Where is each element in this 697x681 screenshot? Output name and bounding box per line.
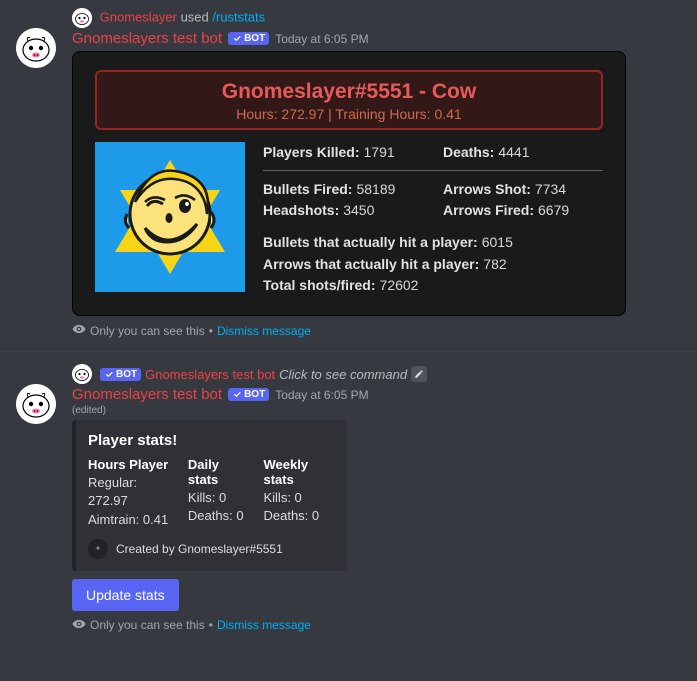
title-panel: Gnomeslayer#5551 - Cow Hours: 272.97 | T… <box>95 70 603 130</box>
field-title: Hours Player <box>88 457 170 472</box>
arrows-shot-value: 7734 <box>535 181 566 197</box>
dot-separator: • <box>209 324 213 338</box>
bot-mini-avatar <box>72 364 92 384</box>
footer-avatar-icon: ✦ <box>88 539 108 559</box>
used-label: used <box>181 9 209 24</box>
weekly-deaths: Deaths: 0 <box>263 507 333 525</box>
ephemeral-notice: Only you can see this • Dismiss message <box>72 617 681 634</box>
embed-fields: Hours Player Regular: 272.97 Aimtrain: 0… <box>88 457 333 529</box>
stats-text-embed: Player stats! Hours Player Regular: 272.… <box>72 420 347 571</box>
dismiss-link[interactable]: Dismiss message <box>217 324 311 338</box>
deaths-value: 4441 <box>498 144 529 160</box>
headshots-value: 3450 <box>343 202 374 218</box>
timestamp: Today at 6:05 PM <box>275 32 368 46</box>
bot-tag: BOT <box>228 388 269 401</box>
headshots-label: Headshots: <box>263 202 339 218</box>
bullets-fired-value: 58189 <box>356 181 395 197</box>
bot-username[interactable]: Gnomeslayers test bot <box>72 30 222 47</box>
arrows-hit-value: 782 <box>483 256 506 272</box>
hours-aimtrain: Aimtrain: 0.41 <box>88 511 170 529</box>
eye-icon <box>72 322 86 339</box>
command-user[interactable]: Gnomeslayer <box>100 9 177 24</box>
update-stats-button[interactable]: Update stats <box>72 579 179 611</box>
bullets-hit-label: Bullets that actually hit a player: <box>263 234 478 250</box>
command-reference[interactable]: Gnomeslayer used /ruststats <box>72 8 681 28</box>
embed-title: Gnomeslayer#5551 - Cow <box>97 80 601 104</box>
user-mini-avatar <box>72 8 92 28</box>
message-header: Gnomeslayers test bot BOT Today at 6:05 … <box>72 30 681 47</box>
arrows-shot-label: Arrows Shot: <box>443 181 531 197</box>
total-shots-value: 72602 <box>380 277 419 293</box>
embed-title: Player stats! <box>88 432 333 449</box>
message-1: Gnomeslayer used /ruststats Gnomeslayers… <box>0 0 697 343</box>
ephemeral-notice: Only you can see this • Dismiss message <box>72 322 681 339</box>
hours-regular: Regular: 272.97 <box>88 474 170 510</box>
footer-text: Created by Gnomeslayer#5551 <box>116 542 283 556</box>
embed-footer: ✦ Created by Gnomeslayer#5551 <box>88 539 333 559</box>
eye-icon <box>72 617 86 634</box>
dismiss-link[interactable]: Dismiss message <box>217 618 311 632</box>
players-killed-value: 1791 <box>364 144 395 160</box>
timestamp: Today at 6:05 PM <box>275 388 368 402</box>
arrows-hit-label: Arrows that actually hit a player: <box>263 256 479 272</box>
arrows-fired-value: 6679 <box>538 202 569 218</box>
bot-avatar[interactable] <box>16 28 56 68</box>
slash-command[interactable]: /ruststats <box>212 9 265 24</box>
command-reference[interactable]: BOT Gnomeslayers test bot Click to see c… <box>72 364 681 384</box>
stats-text: Players Killed:1791 Deaths:4441 Bullets … <box>263 142 603 297</box>
message-header: Gnomeslayers test bot BOT Today at 6:05 … <box>72 386 681 403</box>
message-content: BOT Gnomeslayers test bot Click to see c… <box>72 364 681 634</box>
daily-kills: Kills: 0 <box>188 489 246 507</box>
pencil-icon[interactable] <box>411 366 427 382</box>
ref-bot-tag: BOT <box>100 368 141 381</box>
field-title: Daily stats <box>188 457 246 487</box>
avatar-column <box>16 364 72 634</box>
avatar-column <box>16 8 72 339</box>
stats-divider <box>263 170 603 171</box>
weekly-kills: Kills: 0 <box>263 489 333 507</box>
field-hours: Hours Player Regular: 272.97 Aimtrain: 0… <box>88 457 170 529</box>
ephemeral-text: Only you can see this <box>90 618 205 632</box>
ref-bot-name[interactable]: Gnomeslayers test bot <box>145 367 275 382</box>
bot-avatar[interactable] <box>16 384 56 424</box>
message-content: Gnomeslayer used /ruststats Gnomeslayers… <box>72 8 681 339</box>
field-weekly: Weekly stats Kills: 0 Deaths: 0 <box>263 457 333 529</box>
edited-indicator: (edited) <box>72 405 681 416</box>
stats-image-embed[interactable]: Gnomeslayer#5551 - Cow Hours: 272.97 | T… <box>72 51 626 316</box>
arrows-fired-label: Arrows Fired: <box>443 202 534 218</box>
dot-separator: • <box>209 618 213 632</box>
bullets-hit-value: 6015 <box>482 234 513 250</box>
bot-username[interactable]: Gnomeslayers test bot <box>72 386 222 403</box>
click-to-see[interactable]: Click to see command <box>279 367 407 382</box>
daily-deaths: Deaths: 0 <box>188 507 246 525</box>
bot-tag: BOT <box>228 32 269 45</box>
total-shots-label: Total shots/fired: <box>263 277 376 293</box>
deaths-label: Deaths: <box>443 144 494 160</box>
stats-body: Players Killed:1791 Deaths:4441 Bullets … <box>95 142 603 297</box>
field-daily: Daily stats Kills: 0 Deaths: 0 <box>188 457 246 529</box>
embed-subtitle: Hours: 272.97 | Training Hours: 0.41 <box>97 106 601 122</box>
message-2: BOT Gnomeslayers test bot Click to see c… <box>0 352 697 638</box>
players-killed-label: Players Killed: <box>263 144 360 160</box>
field-title: Weekly stats <box>263 457 333 487</box>
bullets-fired-label: Bullets Fired: <box>263 181 352 197</box>
ephemeral-text: Only you can see this <box>90 324 205 338</box>
vault-boy-image <box>95 142 245 292</box>
